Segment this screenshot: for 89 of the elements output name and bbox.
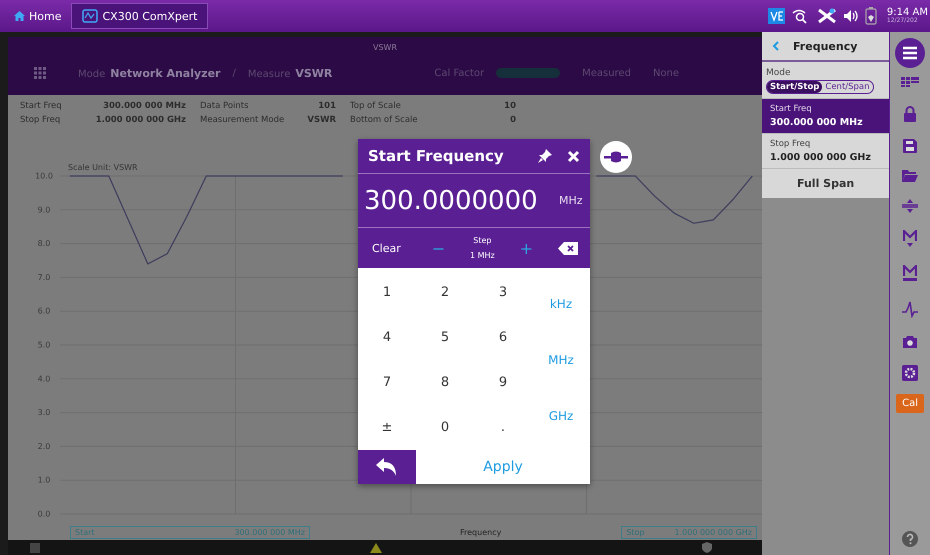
clock-time: 9:14 AM — [886, 8, 928, 18]
info-value: 101 — [318, 101, 336, 112]
mode-value[interactable]: Network Analyzer — [110, 66, 220, 80]
step-down-button[interactable]: − — [426, 238, 452, 258]
info-label: Stop Freq — [20, 115, 60, 126]
y-tick-label: 3.0 — [38, 408, 50, 417]
mode-toggle-option[interactable]: Start/Stop — [767, 81, 822, 93]
keypad-key[interactable]: 2 — [416, 270, 474, 315]
info-value: 300.000 000 MHz — [103, 101, 186, 112]
y-tick-label: 7.0 — [38, 272, 50, 282]
keypad-key[interactable]: 1 — [358, 270, 416, 315]
app-tab[interactable]: Home — [4, 3, 72, 29]
info-label: Start Freq — [20, 101, 62, 112]
ve-icon[interactable] — [768, 8, 785, 24]
y-tick-label: 10.0 — [35, 171, 53, 180]
folder-icon[interactable] — [902, 170, 918, 182]
keypad-key[interactable]: . — [474, 405, 532, 450]
measurement-title: VSWR — [372, 42, 398, 54]
split-icon[interactable] — [902, 199, 918, 213]
y-tick-label: 9.0 — [38, 205, 50, 214]
dialog-title: Start Frequency — [368, 147, 505, 165]
battery-icon[interactable] — [864, 7, 877, 25]
keypad-key[interactable]: 8 — [416, 360, 474, 405]
keypad-key[interactable]: 5 — [416, 315, 474, 360]
camera-icon[interactable] — [903, 335, 918, 348]
keypad-key[interactable]: 0 — [416, 405, 474, 450]
keypad-key[interactable]: 7 — [358, 360, 416, 405]
pin-icon[interactable] — [537, 148, 553, 164]
info-label: Measurement Mode — [200, 115, 284, 126]
frequency-menu-item[interactable]: Start Freq 300.000 000 MHz — [762, 98, 890, 133]
y-tick-label: 8.0 — [38, 239, 50, 248]
keypad-key[interactable]: 9 — [474, 360, 532, 405]
home-icon — [14, 11, 25, 21]
x-axis-label: Frequency — [460, 528, 502, 537]
speaker-icon[interactable] — [842, 9, 859, 23]
clear-button[interactable]: Clear — [366, 240, 407, 256]
breadcrumb-separator: / — [232, 68, 236, 78]
shield-icon[interactable] — [702, 542, 712, 554]
move-handle[interactable] — [600, 141, 632, 173]
mode-toggle-option[interactable]: Cent/Span — [822, 81, 873, 93]
chevron-left-icon — [772, 41, 779, 51]
backspace-icon[interactable] — [558, 242, 578, 254]
frequency-value-field[interactable]: 300.0000000 MHz — [358, 174, 590, 228]
grid-menu-icon[interactable] — [34, 67, 46, 79]
y-tick-label: 4.0 — [38, 374, 50, 384]
frequency-input[interactable]: 300.0000000 — [364, 186, 556, 216]
y-tick-label: 6.0 — [38, 306, 50, 316]
back-button[interactable] — [358, 450, 416, 484]
step-up-button[interactable]: + — [514, 238, 540, 258]
keypad-key[interactable]: 3 — [474, 270, 532, 315]
cal-factor-toggle[interactable] — [496, 68, 560, 78]
step-label: Step — [473, 236, 492, 245]
cal-button[interactable]: Cal — [896, 394, 924, 413]
settings-icon[interactable] — [902, 365, 918, 381]
keypad-key[interactable]: 6 — [474, 315, 532, 360]
marker-icon[interactable] — [903, 265, 918, 283]
info-value: VSWR — [307, 115, 336, 126]
y-tick-label: 5.0 — [38, 340, 50, 350]
layout-icon[interactable] — [901, 77, 920, 87]
info-label: Bottom of Scale — [350, 115, 418, 126]
peak-icon[interactable] — [902, 300, 918, 318]
network-analyzer-icon — [82, 9, 98, 23]
y-axis-label: Scale Unit: VSWR — [68, 162, 138, 172]
cal-factor-label: Cal Factor — [434, 68, 484, 78]
info-value: 10 — [504, 101, 516, 112]
undo-arrow-icon — [376, 458, 398, 476]
app-tab[interactable]: CX300 ComXpert — [71, 3, 208, 29]
marker-down-icon[interactable] — [903, 230, 918, 248]
help-icon[interactable] — [902, 531, 918, 547]
warning-icon[interactable] — [370, 542, 382, 553]
info-label: Data Points — [200, 101, 249, 112]
info-value: 0 — [510, 115, 516, 126]
step-value: 1 MHz — [470, 251, 495, 260]
mode-label: Mode — [78, 68, 106, 80]
measure-value[interactable]: VSWR — [295, 66, 332, 80]
y-tick-label: 2.0 — [38, 442, 50, 451]
info-label: Top of Scale — [350, 101, 401, 112]
y-tick-label: 0.0 — [38, 509, 50, 518]
close-icon[interactable] — [567, 150, 580, 162]
mode-label: Mode — [766, 68, 792, 78]
info-value: 1.000 000 000 GHz — [96, 115, 186, 126]
lock-icon[interactable] — [903, 106, 918, 122]
measure-label: Measure — [248, 68, 290, 80]
y-tick-label: 1.0 — [38, 476, 50, 485]
menu-icon[interactable] — [895, 38, 926, 68]
save-icon[interactable] — [903, 139, 918, 153]
keypad-key[interactable]: 4 — [358, 315, 416, 360]
keypad-key[interactable]: ± — [358, 405, 416, 450]
unit-label: MHz — [559, 194, 583, 207]
